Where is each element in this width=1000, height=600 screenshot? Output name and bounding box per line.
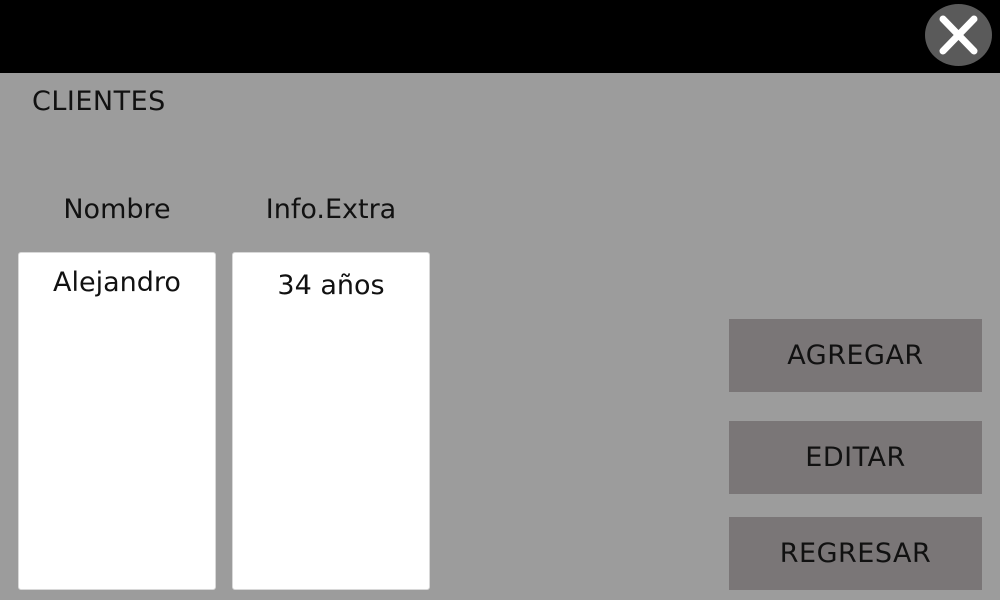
column-header-info-extra: Info.Extra — [265, 194, 397, 225]
page-title: CLIENTES — [32, 86, 166, 117]
info-extra-list[interactable]: 34 años — [232, 252, 430, 590]
editar-button[interactable]: EDITAR — [729, 421, 982, 494]
column-header-nombre: Nombre — [63, 194, 171, 225]
close-icon — [939, 15, 978, 55]
regresar-button[interactable]: REGRESAR — [729, 517, 982, 590]
top-bar — [0, 0, 1000, 73]
agregar-button[interactable]: AGREGAR — [729, 319, 982, 392]
list-item-nombre[interactable]: Alejandro — [19, 253, 215, 298]
list-item-info-extra[interactable]: 34 años — [233, 253, 429, 301]
nombre-list[interactable]: Alejandro — [18, 252, 216, 590]
close-button[interactable] — [925, 4, 992, 66]
